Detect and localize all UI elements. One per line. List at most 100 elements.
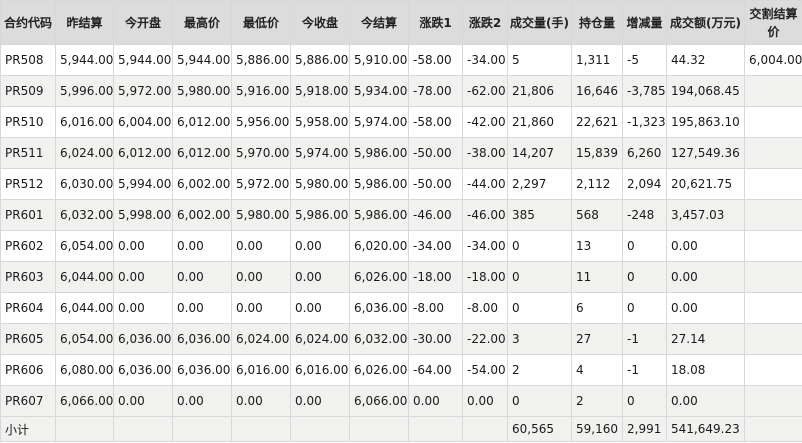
table-cell: -64.00 bbox=[408, 354, 463, 386]
table-cell: -42.00 bbox=[462, 106, 508, 138]
table-cell: -50.00 bbox=[408, 137, 463, 169]
table-cell: 6,024.00 bbox=[290, 323, 350, 355]
table-cell: 6,032.00 bbox=[349, 323, 409, 355]
table-cell: 0.00 bbox=[113, 292, 173, 324]
table-cell: 5,994.00 bbox=[113, 168, 173, 200]
table-cell: 5,944.00 bbox=[172, 44, 232, 76]
table-cell: 6,066.00 bbox=[55, 385, 114, 417]
table-cell: 5,886.00 bbox=[231, 44, 291, 76]
table-cell: 6,002.00 bbox=[172, 168, 232, 200]
table-cell: 6,054.00 bbox=[55, 230, 114, 262]
table-cell: 27.14 bbox=[666, 323, 745, 355]
table-cell: 6,026.00 bbox=[349, 261, 409, 293]
table-row: PR606 6,080.00 6,036.00 6,036.00 6,016.00 6,0… bbox=[0, 354, 802, 386]
contract-code-cell: PR509 bbox=[0, 75, 56, 107]
table-cell: -44.00 bbox=[462, 168, 508, 200]
table-cell: 6,036.00 bbox=[349, 292, 409, 324]
table-cell: 6 bbox=[571, 292, 623, 324]
column-header: 涨跌2 bbox=[462, 0, 508, 45]
table-cell: 0.00 bbox=[666, 292, 745, 324]
contract-code-cell: PR510 bbox=[0, 106, 56, 138]
subtotal-cell bbox=[113, 416, 173, 442]
table-cell bbox=[744, 106, 802, 138]
table-cell: -54.00 bbox=[462, 354, 508, 386]
table-cell: -22.00 bbox=[462, 323, 508, 355]
table-cell: 5,934.00 bbox=[349, 75, 409, 107]
table-cell: -1,323 bbox=[622, 106, 667, 138]
column-header: 最低价 bbox=[231, 0, 291, 45]
table-cell: 6,004.00 bbox=[744, 44, 802, 76]
table-row: PR602 6,054.00 0.00 0.00 0.00 0.00 6,020.00 -34… bbox=[0, 230, 802, 262]
table-cell bbox=[744, 199, 802, 231]
subtotal-cell bbox=[231, 416, 291, 442]
subtotal-cell bbox=[290, 416, 350, 442]
table-cell: 5,958.00 bbox=[290, 106, 350, 138]
table-cell: 0.00 bbox=[113, 261, 173, 293]
subtotal-cell bbox=[744, 416, 802, 442]
column-header: 昨结算 bbox=[55, 0, 114, 45]
table-cell: 6,016.00 bbox=[55, 106, 114, 138]
table-cell: 3,457.03 bbox=[666, 199, 745, 231]
table-cell: 2 bbox=[507, 354, 572, 386]
column-header: 成交量(手) bbox=[507, 0, 572, 45]
contract-code-cell: PR601 bbox=[0, 199, 56, 231]
table-cell: -62.00 bbox=[462, 75, 508, 107]
contract-code-cell: PR511 bbox=[0, 137, 56, 169]
table-cell: 5,944.00 bbox=[113, 44, 173, 76]
table-cell: -1 bbox=[622, 354, 667, 386]
table-cell: 6,002.00 bbox=[172, 199, 232, 231]
column-header: 今收盘 bbox=[290, 0, 350, 45]
table-cell: 0.00 bbox=[231, 292, 291, 324]
table-cell: 0 bbox=[622, 230, 667, 262]
table-cell: 5 bbox=[507, 44, 572, 76]
table-cell bbox=[744, 75, 802, 107]
contract-code-cell: PR605 bbox=[0, 323, 56, 355]
table-cell: 6,032.00 bbox=[55, 199, 114, 231]
table-cell: 21,860 bbox=[507, 106, 572, 138]
table-cell: 44.32 bbox=[666, 44, 745, 76]
table-cell: -1 bbox=[622, 323, 667, 355]
table-cell: 5,944.00 bbox=[55, 44, 114, 76]
table-cell bbox=[744, 292, 802, 324]
table-cell: 5,956.00 bbox=[231, 106, 291, 138]
table-cell: 6,016.00 bbox=[231, 354, 291, 386]
table-cell: 6,012.00 bbox=[113, 137, 173, 169]
table-cell: 6,080.00 bbox=[55, 354, 114, 386]
subtotal-cell: 60,565 bbox=[507, 416, 572, 442]
column-header: 今结算 bbox=[349, 0, 409, 45]
table-cell bbox=[744, 137, 802, 169]
table-cell: 5,886.00 bbox=[290, 44, 350, 76]
table-cell: 5,986.00 bbox=[290, 199, 350, 231]
table-cell: -3,785 bbox=[622, 75, 667, 107]
table-cell: 2,297 bbox=[507, 168, 572, 200]
table-cell: -58.00 bbox=[408, 44, 463, 76]
table-row: PR604 6,044.00 0.00 0.00 0.00 0.00 6,036.00 -8.… bbox=[0, 292, 802, 324]
column-header: 今开盘 bbox=[113, 0, 173, 45]
column-header: 最高价 bbox=[172, 0, 232, 45]
table-cell: 6,030.00 bbox=[55, 168, 114, 200]
table-cell: 3 bbox=[507, 323, 572, 355]
column-header: 合约代码 bbox=[0, 0, 56, 45]
table-cell bbox=[744, 354, 802, 386]
table-cell: 5,980.00 bbox=[290, 168, 350, 200]
table-cell: -34.00 bbox=[408, 230, 463, 262]
table-row: PR511 6,024.00 6,012.00 6,012.00 5,970.00 5,9… bbox=[0, 137, 802, 169]
table-row: PR512 6,030.00 5,994.00 6,002.00 5,972.00 5,9… bbox=[0, 168, 802, 200]
table-cell: 1,311 bbox=[571, 44, 623, 76]
table-cell: 5,910.00 bbox=[349, 44, 409, 76]
table-cell: 0.00 bbox=[231, 385, 291, 417]
table-row: PR510 6,016.00 6,004.00 6,012.00 5,956.00 5,9… bbox=[0, 106, 802, 138]
table-cell: 5,974.00 bbox=[290, 137, 350, 169]
table-cell: 5,986.00 bbox=[349, 168, 409, 200]
column-header: 交割结算价 bbox=[744, 0, 802, 45]
table-cell: -50.00 bbox=[408, 168, 463, 200]
subtotal-cell bbox=[349, 416, 409, 442]
table-cell: 6,260 bbox=[622, 137, 667, 169]
table-cell: 6,012.00 bbox=[172, 106, 232, 138]
table-cell: -18.00 bbox=[462, 261, 508, 293]
table-cell: 5,986.00 bbox=[349, 137, 409, 169]
table-cell: 0.00 bbox=[666, 385, 745, 417]
table-cell: 0 bbox=[507, 261, 572, 293]
table-cell: 0.00 bbox=[290, 230, 350, 262]
table-cell: -8.00 bbox=[462, 292, 508, 324]
